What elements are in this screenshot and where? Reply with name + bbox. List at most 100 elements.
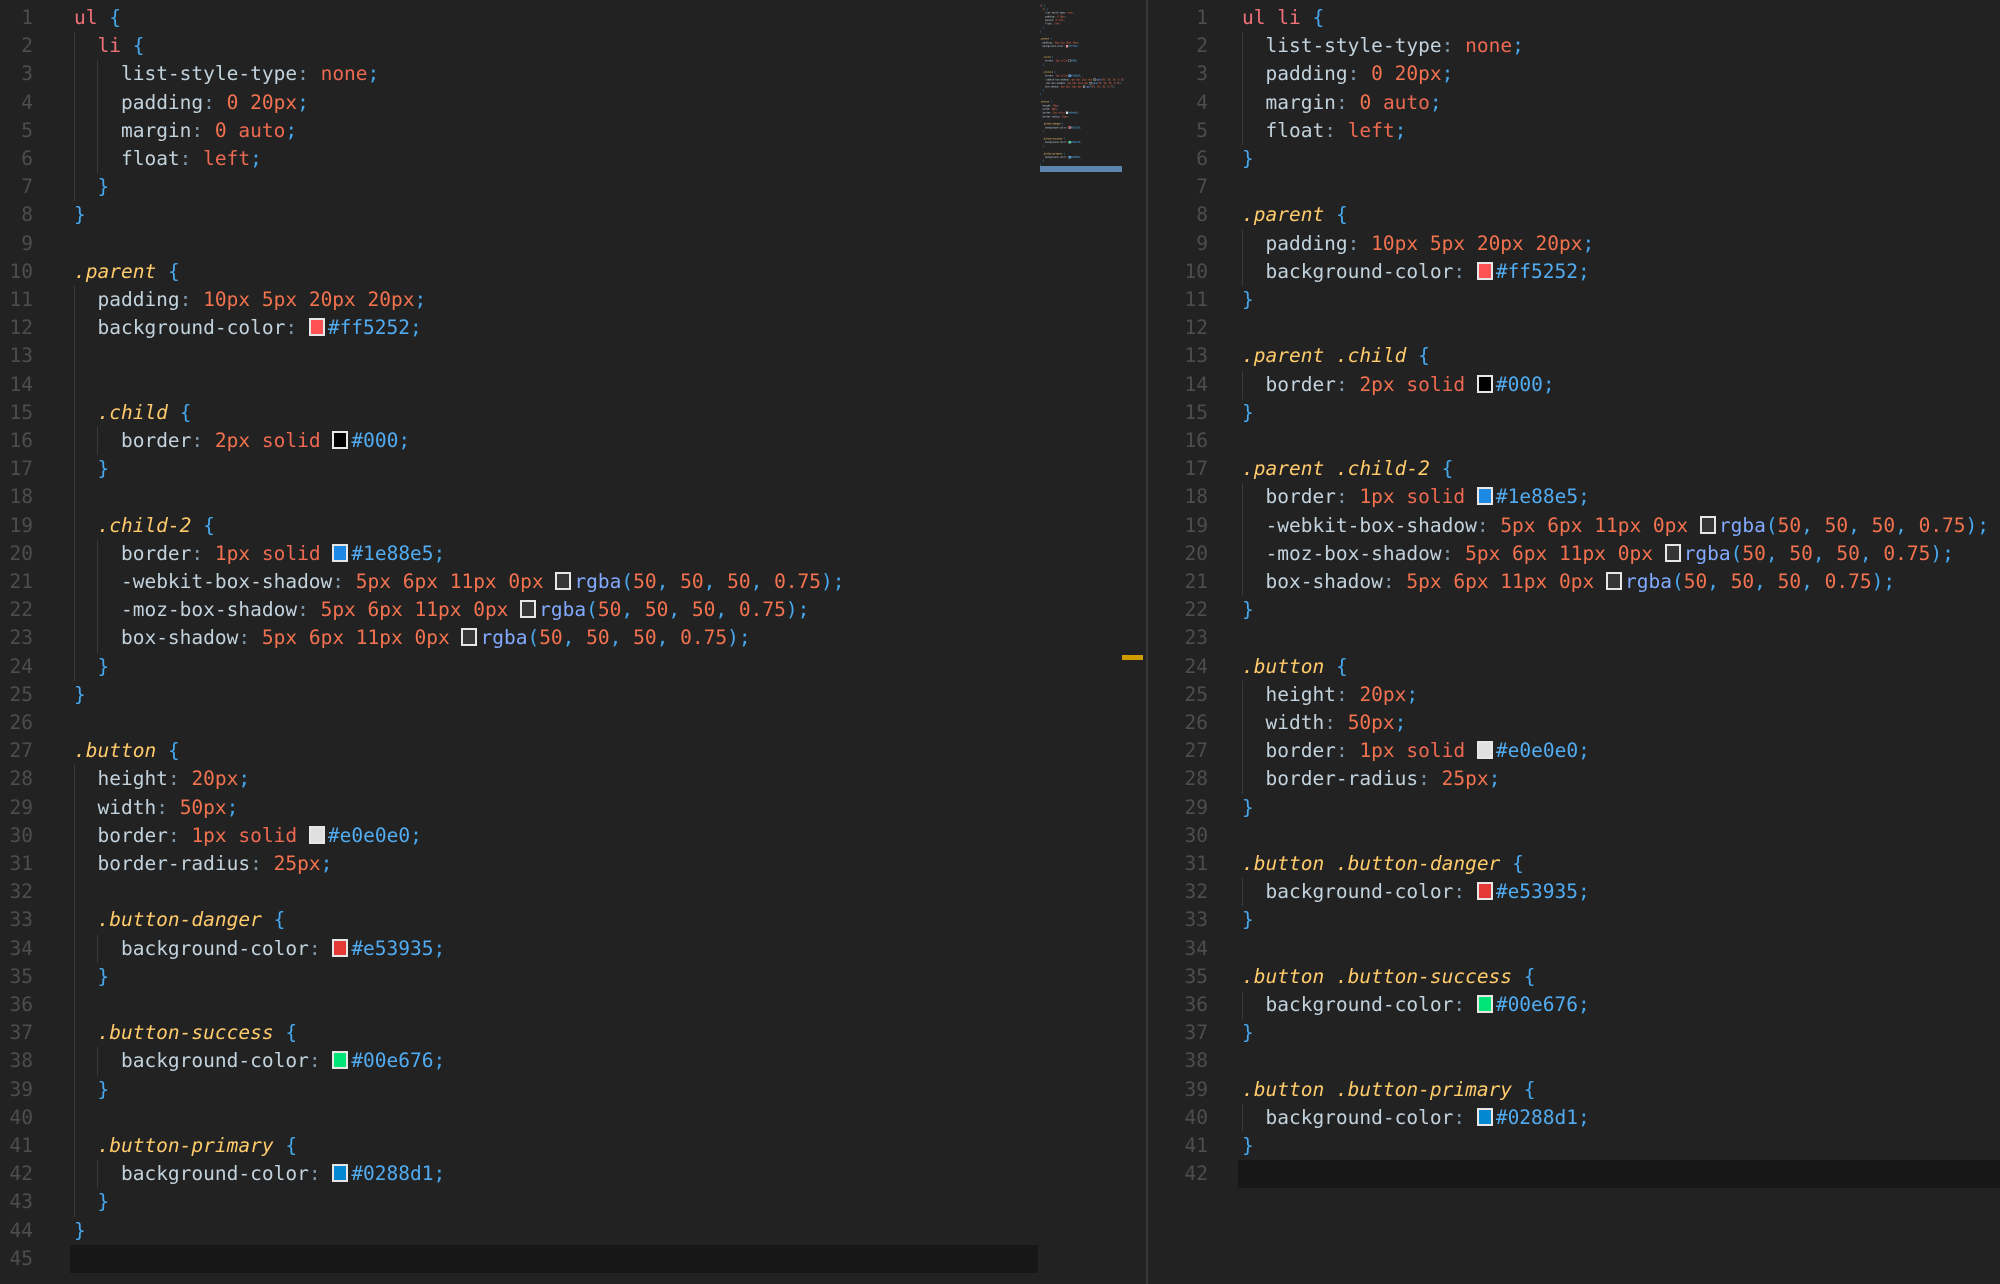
code-line[interactable]: height: 20px; [74,765,250,794]
code-line[interactable]: -moz-box-shadow: 5px 6px 11px 0px rgba(5… [74,596,809,625]
code-line[interactable]: -moz-box-shadow: 5px 6px 11px 0px rgba(5… [1242,539,1954,568]
left-editor-pane[interactable]: 1 2 3 4 5 6 7 8 9 10 11 12 13 14 15 16 17 18 19 20 21 22 23 24 2… [0,0,1146,1284]
token-t: ul [1242,6,1266,29]
color-swatch[interactable] [1664,543,1681,562]
code-line[interactable]: list-style-type: none; [1242,32,1524,61]
code-line[interactable]: .parent { [74,258,180,286]
token-w [1301,6,1313,29]
color-swatch[interactable] [1476,741,1493,760]
code-line[interactable]: background-color: #00e676; [1242,991,1590,1020]
code-line[interactable]: .button { [1242,653,1348,681]
color-swatch[interactable] [1476,882,1493,901]
code-line[interactable]: height: 20px; [1242,680,1418,709]
token-b: ; [1080,155,1082,159]
code-line[interactable]: padding: 10px 5px 20px 20px; [74,286,426,315]
color-swatch[interactable] [1699,515,1716,534]
code-line[interactable]: } [74,652,109,681]
code-line[interactable]: padding: 0 20px; [1242,60,1453,89]
color-swatch[interactable] [1476,261,1493,280]
color-swatch[interactable] [1476,995,1493,1013]
code-line[interactable]: } [1242,286,1254,314]
code-line[interactable]: .child { [74,398,191,427]
code-line[interactable]: border: 2px solid #000; [1242,370,1555,399]
color-swatch[interactable] [1605,572,1622,590]
code-line[interactable]: } [1242,794,1254,822]
line-number: 41 [9,1134,33,1157]
code-line[interactable]: border: 1px solid #1e88e5; [74,539,445,568]
code-line[interactable]: float: left; [1242,116,1406,145]
color-swatch[interactable] [308,318,325,337]
code-line[interactable]: background-color: #0288d1; [1242,1103,1590,1132]
code-line[interactable]: .parent { [1242,201,1348,229]
code-line[interactable]: -webkit-box-shadow: 5px 6px 11px 0px rgb… [74,568,845,597]
code-line[interactable]: .button-danger { [74,906,285,935]
code-line[interactable]: border: 1px solid #e0e0e0; [1242,737,1590,766]
code-line[interactable]: border: 2px solid #000; [74,427,410,456]
color-swatch[interactable] [332,1164,349,1183]
code-line[interactable]: margin: 0 auto; [1242,88,1442,117]
color-swatch[interactable] [332,431,349,449]
code-line[interactable]: ul { [74,4,121,32]
minimap[interactable]: ul { li { list-style-type: none; padding… [1040,4,1125,172]
color-swatch[interactable] [332,1051,349,1070]
code-line[interactable]: } [74,455,109,484]
code-line[interactable]: width: 50px; [1242,709,1406,738]
code-line[interactable]: border: 1px solid #e0e0e0; [74,821,422,850]
code-line[interactable]: width: 50px; [74,793,238,822]
code-line[interactable]: } [74,1217,86,1245]
code-line[interactable]: .button { [74,737,180,765]
code-line[interactable]: float: left; [74,145,262,174]
color-swatch[interactable] [1476,1107,1493,1126]
code-line[interactable]: } [1242,145,1254,173]
code-line[interactable]: margin: 0 auto; [74,116,297,145]
code-line[interactable]: background-color: #0288d1; [74,1160,445,1189]
color-swatch[interactable] [332,938,349,957]
code-line[interactable]: } [1242,906,1254,934]
code-line[interactable]: } [74,201,86,229]
code-line[interactable]: .button .button-success { [1242,963,1536,991]
token-o: : [1335,739,1348,763]
code-line[interactable]: background-color: #00e676; [74,1047,445,1076]
code-line[interactable]: box-shadow: 5px 6px 11px 0px rgba(50, 50… [1242,568,1895,597]
color-swatch[interactable] [520,600,537,619]
code-line[interactable]: .child-2 { [74,511,215,540]
code-line[interactable]: list-style-type: none; [74,60,379,89]
code-line[interactable]: .button .button-primary { [1242,1076,1536,1104]
code-line[interactable]: .button-success { [74,1019,297,1048]
color-swatch[interactable] [308,825,325,844]
code-line[interactable]: } [1242,1019,1254,1047]
code-line[interactable]: padding: 10px 5px 20px 20px; [1242,229,1594,258]
code-line[interactable]: border-radius: 25px; [1242,765,1500,794]
code-line[interactable]: } [74,1075,109,1104]
code-line[interactable]: .button .button-danger { [1242,850,1524,878]
color-swatch[interactable] [461,628,478,647]
code-line[interactable]: } [74,173,109,202]
right-editor-pane[interactable]: 1 2 3 4 5 6 7 8 9 10 11 12 13 14 15 16 17 18 19 20 21 22 23 24 2… [1148,0,2000,1284]
code-line[interactable]: background-color: #e53935; [74,934,445,963]
code-line[interactable]: } [1242,1132,1254,1160]
code-line[interactable]: } [1242,399,1254,427]
color-swatch[interactable] [1476,374,1493,393]
code-line[interactable]: } [1242,596,1254,624]
token-w [74,175,97,198]
code-line[interactable]: .parent .child-2 { [1242,455,1453,483]
code-line[interactable]: li { [74,32,144,61]
code-line[interactable]: .button-primary { [74,1132,297,1161]
code-line[interactable]: } [74,1188,109,1217]
color-swatch[interactable] [555,572,572,590]
code-line[interactable]: border: 1px solid #1e88e5; [1242,483,1590,512]
code-line[interactable]: border-radius: 25px; [74,850,332,879]
code-line[interactable]: background-color: #e53935; [1242,878,1590,907]
code-line[interactable]: .parent .child { [1242,342,1430,370]
color-swatch[interactable] [1476,487,1493,506]
code-line[interactable]: box-shadow: 5px 6px 11px 0px rgba(50, 50… [74,624,751,653]
code-line[interactable]: background-color: #ff5252; [74,314,422,343]
code-line[interactable]: } [74,962,109,991]
token-b: ; [1080,126,1082,130]
code-line[interactable]: ul li { [1242,4,1324,32]
code-line[interactable]: } [74,681,86,709]
code-line[interactable]: padding: 0 20px; [74,88,309,117]
code-line[interactable]: background-color: #ff5252; [1242,257,1590,286]
color-swatch[interactable] [332,543,349,562]
code-line[interactable]: -webkit-box-shadow: 5px 6px 11px 0px rgb… [1242,511,1989,540]
